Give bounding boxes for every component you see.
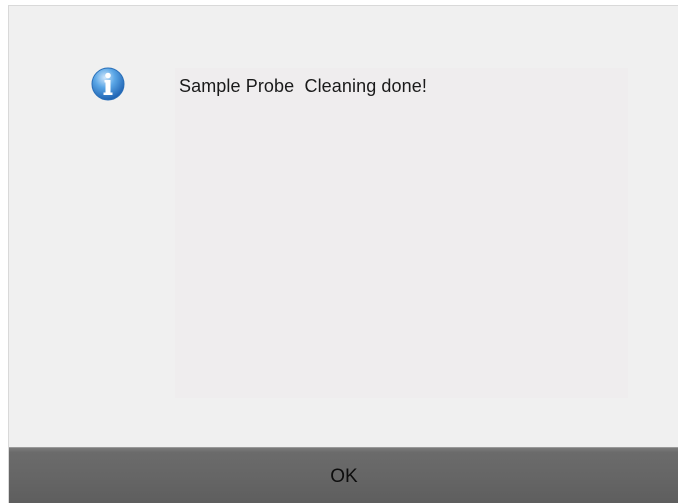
ok-button[interactable]: OK	[9, 447, 678, 503]
ok-button-label: OK	[330, 465, 358, 487]
info-dialog: Sample Probe Cleaning done! OK	[8, 5, 678, 503]
message-text: Sample Probe Cleaning done!	[179, 76, 427, 96]
info-icon	[91, 67, 125, 101]
message-panel: Sample Probe Cleaning done!	[175, 68, 628, 398]
